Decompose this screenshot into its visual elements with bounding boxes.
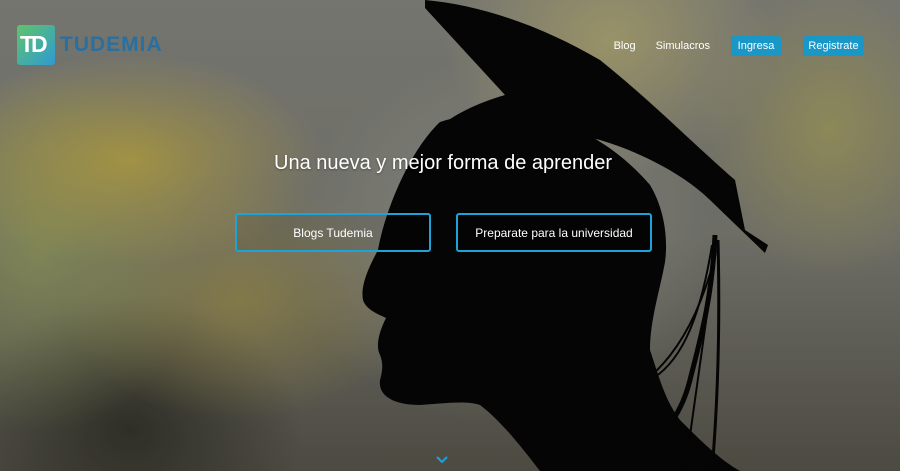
logo-mark-icon: TD xyxy=(17,25,55,65)
brand-name: TUDEMIA xyxy=(60,33,163,56)
navbar: TD TUDEMIA Blog Simulacros Ingresa Regis… xyxy=(0,0,900,90)
register-button[interactable]: Registrate xyxy=(803,36,864,56)
nav-links: Blog Simulacros Ingresa Registrate xyxy=(614,36,864,56)
chevron-down-icon[interactable] xyxy=(436,455,448,465)
prepare-university-button[interactable]: Preparate para la universidad xyxy=(456,213,652,252)
nav-link-blog[interactable]: Blog xyxy=(614,40,636,52)
blogs-tudemia-button[interactable]: Blogs Tudemia xyxy=(235,213,431,252)
nav-link-simulacros[interactable]: Simulacros xyxy=(656,40,710,52)
hero-headline: Una nueva y mejor forma de aprender xyxy=(274,152,612,174)
logo-mark-text: TD xyxy=(20,31,48,57)
brand-logo[interactable]: TD TUDEMIA xyxy=(17,25,163,65)
login-button[interactable]: Ingresa xyxy=(731,36,781,56)
